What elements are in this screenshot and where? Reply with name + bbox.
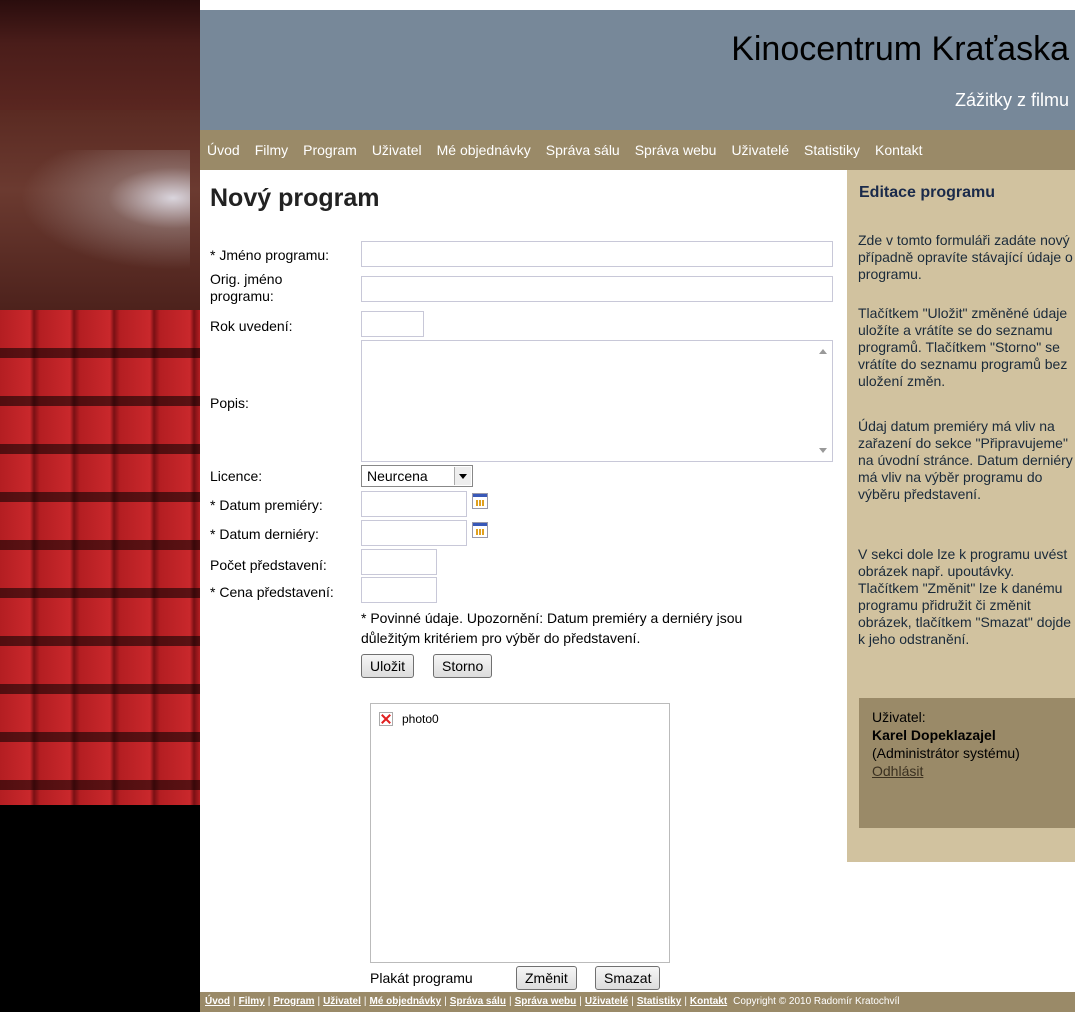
nav-item-uvod[interactable]: Úvod — [207, 142, 240, 158]
user-name: Karel Dopeklazajel — [872, 727, 996, 743]
projector-beam — [20, 150, 190, 270]
description-textarea[interactable] — [361, 340, 833, 462]
footer-link-objednavky[interactable]: Mé objednávky — [369, 996, 441, 1007]
last-date-field[interactable] — [361, 520, 467, 546]
poster-image-name: photo0 — [402, 712, 439, 726]
calendar-icon[interactable] — [472, 522, 488, 538]
change-button[interactable]: Změnit — [516, 966, 577, 990]
scroll-down-icon[interactable] — [819, 448, 827, 453]
sidebar-paragraph: Údaj datum premiéry má vliv na zařazení … — [858, 418, 1073, 502]
price-label: * Cena představení: — [210, 584, 334, 600]
sidebar-paragraph: Zde v tomto formuláři zadáte nový případ… — [858, 232, 1073, 282]
license-label: Licence: — [210, 468, 263, 484]
sidebar-paragraph: Tlačítkem "Uložit" změněné údaje uložíte… — [858, 305, 1068, 389]
description-scrollbar[interactable] — [814, 341, 832, 461]
footer-link-sprava-salu[interactable]: Správa sálu — [450, 996, 506, 1007]
description-label: Popis: — [210, 395, 249, 411]
footer-link-uzivatel[interactable]: Uživatel — [323, 996, 361, 1007]
scroll-up-icon[interactable] — [819, 349, 827, 354]
nav-item-statistiky[interactable]: Statistiky — [804, 142, 860, 158]
license-select[interactable]: Neurcena — [361, 465, 473, 487]
name-label: * Jméno programu: — [210, 247, 330, 263]
sidebar: Editace programu Zde v tomto formuláři z… — [847, 170, 1075, 862]
nav-item-kontakt[interactable]: Kontakt — [875, 142, 922, 158]
nav-item-sprava-salu[interactable]: Správa sálu — [546, 142, 620, 158]
footer-link-uzivatele[interactable]: Uživatelé — [585, 996, 628, 1007]
premiere-label: * Datum premiéry: — [210, 497, 323, 513]
main-nav: Úvod Filmy Program Uživatel Mé objednávk… — [200, 130, 1075, 170]
nav-item-uzivatele[interactable]: Uživatelé — [731, 142, 789, 158]
license-selected-value: Neurcena — [367, 468, 428, 484]
nav-item-objednavky[interactable]: Mé objednávky — [437, 142, 531, 158]
footer-link-sprava-webu[interactable]: Správa webu — [515, 996, 577, 1007]
dark-floor — [0, 805, 200, 1012]
footer: Úvod | Filmy | Program | Uživatel | Mé objednávk… — [200, 992, 1075, 1012]
count-field[interactable] — [361, 549, 437, 575]
year-field[interactable] — [361, 311, 424, 337]
logout-link[interactable]: Odhlásit — [872, 763, 923, 779]
nav-item-sprava-webu[interactable]: Správa webu — [635, 142, 717, 158]
cinema-photo — [0, 0, 200, 1012]
poster-label: Plakát programu — [370, 970, 473, 986]
user-role: (Administrátor systému) — [872, 745, 1020, 761]
last-date-label: * Datum derniéry: — [210, 526, 319, 542]
footer-link-filmy[interactable]: Filmy — [239, 996, 265, 1007]
site-header: Kinocentrum Kraťaska Zážitky z filmu — [200, 10, 1075, 130]
sidebar-paragraph: V sekci dole lze k programu uvést obráze… — [858, 546, 1072, 647]
cinema-ceiling — [0, 0, 200, 110]
calendar-icon[interactable] — [472, 493, 488, 509]
count-label: Počet představení: — [210, 557, 327, 573]
poster-image-box: photo0 — [370, 703, 670, 963]
delete-button[interactable]: Smazat — [595, 966, 661, 990]
copyright: Copyright © 2010 Radomír Kratochvíl — [733, 996, 900, 1007]
footer-link-program[interactable]: Program — [273, 996, 314, 1007]
premiere-date-field[interactable] — [361, 491, 467, 517]
cinema-seats — [0, 310, 200, 805]
nav-item-filmy[interactable]: Filmy — [255, 142, 288, 158]
year-label: Rok uvedení: — [210, 318, 293, 334]
footer-link-kontakt[interactable]: Kontakt — [690, 996, 727, 1007]
chevron-down-icon[interactable] — [454, 467, 471, 485]
user-label: Uživatel: — [872, 709, 926, 725]
site-subtitle: Zážitky z filmu — [954, 90, 1069, 110]
name-field[interactable] — [361, 241, 833, 267]
save-button[interactable]: Uložit — [361, 654, 415, 678]
main-content: Nový program * Jméno programu: Orig. jmé… — [200, 170, 847, 990]
sidebar-title: Editace programu — [859, 184, 996, 201]
broken-image-icon — [379, 712, 393, 726]
cancel-button[interactable]: Storno — [433, 654, 493, 678]
user-box: Uživatel: Karel Dopeklazajel (Administrá… — [859, 698, 1075, 828]
required-note: * Povinné údaje. Upozornění: Datum premi… — [361, 610, 743, 646]
nav-item-program[interactable]: Program — [303, 142, 357, 158]
page-title: Nový program — [210, 184, 380, 212]
price-field[interactable] — [361, 577, 437, 603]
nav-item-uzivatel[interactable]: Uživatel — [372, 142, 422, 158]
orig-name-field[interactable] — [361, 276, 833, 302]
site-title: Kinocentrum Kraťaska — [731, 30, 1069, 68]
footer-link-statistiky[interactable]: Statistiky — [637, 996, 681, 1007]
orig-name-label: Orig. jméno programu: — [210, 271, 283, 304]
footer-link-uvod[interactable]: Úvod — [205, 996, 230, 1007]
